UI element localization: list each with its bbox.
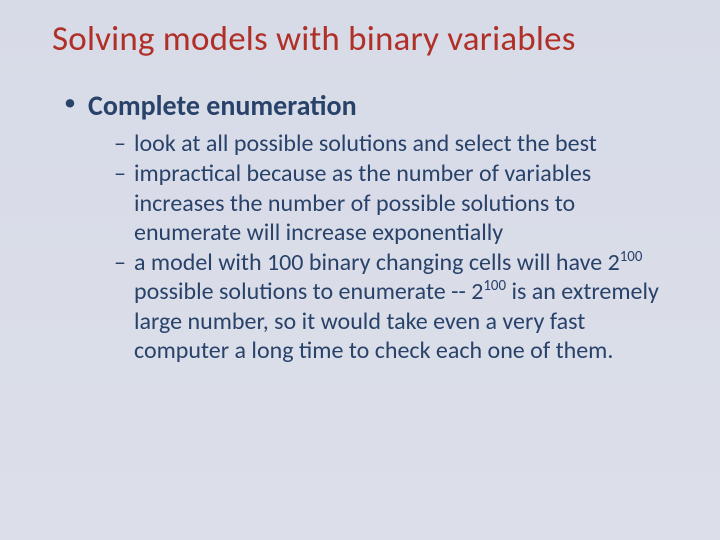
sub3-text-a: a model with 100 binary changing cells w… — [134, 248, 620, 277]
sub-bullet-2: impractical because as the number of var… — [114, 159, 668, 247]
bullet-complete-enumeration: Complete enumeration look at all possibl… — [62, 88, 668, 365]
superscript-100-b: 100 — [483, 276, 506, 294]
sub-bullet-1: look at all possible solutions and selec… — [114, 129, 668, 158]
sub-bullet-3: a model with 100 binary changing cells w… — [114, 248, 668, 365]
slide-title: Solving models with binary variables — [52, 18, 668, 60]
sub3-text-b: possible solutions to enumerate -- 2 — [134, 277, 483, 306]
bullet-list-level1: Complete enumeration look at all possibl… — [52, 88, 668, 365]
slide: Solving models with binary variables Com… — [0, 0, 720, 540]
bullet-list-level2: look at all possible solutions and selec… — [88, 129, 668, 365]
superscript-100-a: 100 — [620, 247, 643, 265]
bullet-level1-text: Complete enumeration — [88, 88, 357, 123]
